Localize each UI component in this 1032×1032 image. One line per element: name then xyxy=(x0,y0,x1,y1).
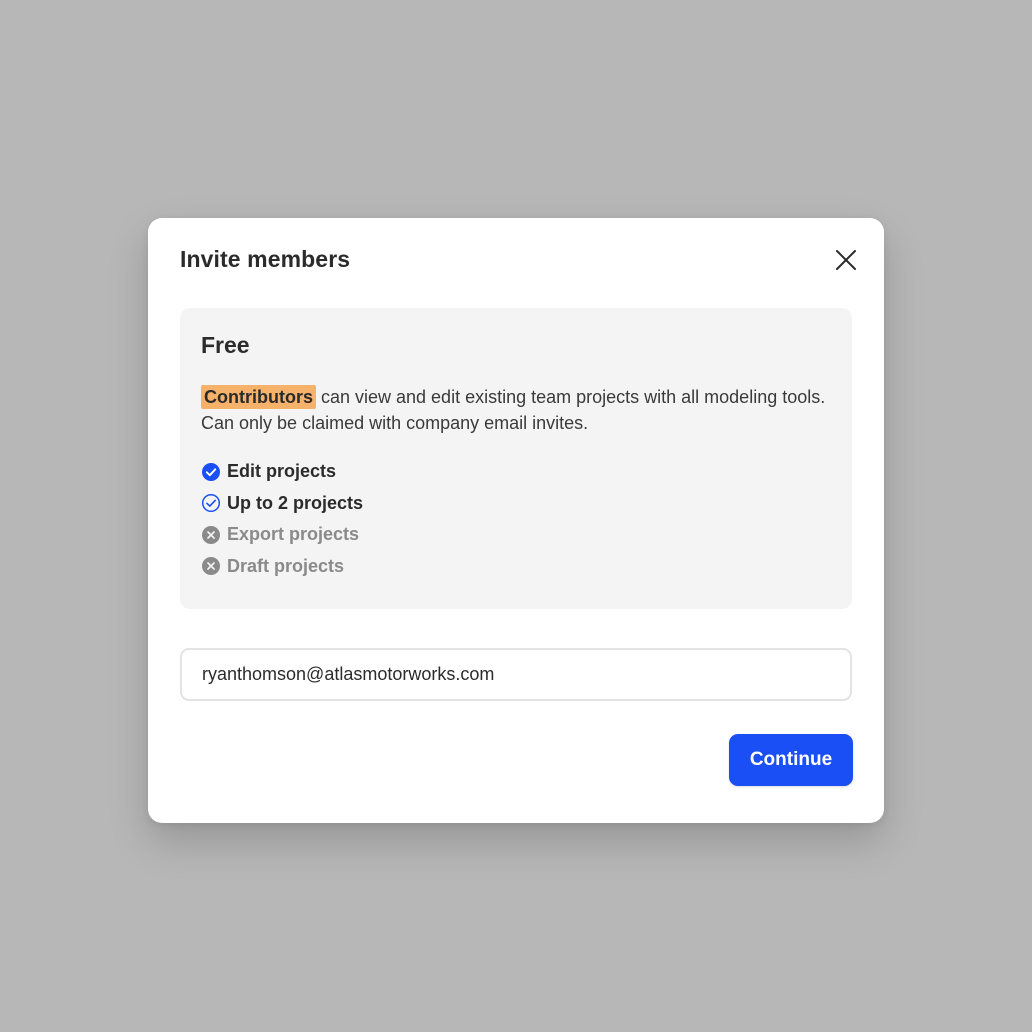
role-highlight: Contributors xyxy=(201,385,316,409)
x-circle-icon xyxy=(202,525,220,544)
x-circle-icon xyxy=(202,557,220,576)
feature-item-export-projects: Export projects xyxy=(201,519,363,551)
feature-item-draft-projects: Draft projects xyxy=(201,551,363,583)
plan-description: Contributors can view and edit existing … xyxy=(201,384,836,436)
email-input[interactable] xyxy=(180,648,852,701)
feature-label: Draft projects xyxy=(227,555,345,576)
feature-label: Export projects xyxy=(227,524,360,545)
dialog-title: Invite members xyxy=(180,246,351,272)
feature-label: Edit projects xyxy=(227,461,337,482)
close-icon xyxy=(836,250,856,270)
feature-label: Up to 2 projects xyxy=(227,492,364,513)
plan-card: Free Contributors can view and edit exis… xyxy=(180,308,852,609)
feature-item-project-limit: Up to 2 projects xyxy=(201,488,363,520)
invite-members-dialog: Invite members Free Contributors can vie… xyxy=(148,218,884,823)
feature-list: Edit projects Up to 2 projects Export pr… xyxy=(201,456,363,582)
check-filled-icon xyxy=(202,462,220,481)
plan-name: Free xyxy=(201,332,250,358)
continue-button[interactable]: Continue xyxy=(729,734,853,786)
check-outline-icon xyxy=(201,494,221,513)
feature-item-edit-projects: Edit projects xyxy=(201,456,363,488)
close-button[interactable] xyxy=(832,246,860,274)
